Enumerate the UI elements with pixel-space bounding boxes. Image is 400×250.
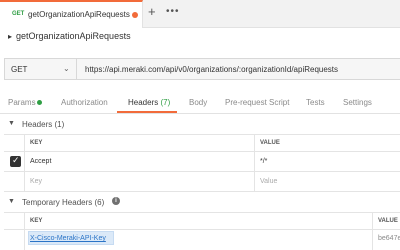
new-value-input[interactable]: Value: [254, 172, 400, 191]
tab-headers-label: Headers: [128, 98, 159, 107]
tab-tests[interactable]: Tests: [306, 98, 325, 107]
header-value-cell[interactable]: */*: [254, 152, 400, 171]
request-tabs: Params Authorization Headers (7) Body Pr…: [0, 88, 400, 114]
tab-pre-request-script[interactable]: Pre-request Script: [225, 98, 289, 107]
expand-caret-icon[interactable]: ▸: [8, 32, 12, 41]
temporary-headers-section-header[interactable]: ▼ Temporary Headers (6) i: [0, 194, 400, 210]
table-header-row: KEY VALUE: [4, 213, 400, 230]
request-tab[interactable]: GET getOrganizationApiRequests: [0, 0, 143, 28]
value-column-header: VALUE: [254, 135, 400, 151]
tab-name: getOrganizationApiRequests: [28, 10, 130, 19]
request-title-text: getOrganizationApiRequests: [16, 31, 131, 41]
new-tab-plus-icon[interactable]: +: [148, 4, 156, 19]
key-column-header: KEY: [24, 135, 254, 151]
temporary-header-value-cell[interactable]: be647e: [372, 230, 400, 250]
tab-params[interactable]: Params: [8, 98, 36, 107]
tab-method: GET: [12, 11, 25, 17]
temporary-headers-title: Temporary Headers (6): [22, 198, 105, 207]
key-column-header: KEY: [24, 213, 372, 229]
tab-settings[interactable]: Settings: [343, 98, 372, 107]
method-select[interactable]: GET ⌄: [5, 59, 77, 79]
tab-bar: GET getOrganizationApiRequests + •••: [0, 0, 400, 28]
collapse-caret-icon[interactable]: ▼: [8, 198, 15, 205]
url-input[interactable]: https://api.meraki.com/api/v0/organizati…: [85, 65, 338, 74]
tab-authorization[interactable]: Authorization: [61, 98, 108, 107]
temporary-headers-table: KEY VALUE X-Cisco-Meraki-API-Key be647e: [4, 212, 400, 250]
temporary-header-key-cell[interactable]: X-Cisco-Meraki-API-Key: [24, 230, 372, 250]
headers-section-header[interactable]: ▼ Headers (1): [0, 116, 400, 132]
check-icon: ✓: [12, 155, 20, 165]
header-key-cell[interactable]: Accept: [24, 152, 254, 171]
url-bar: GET ⌄ https://api.meraki.com/api/v0/orga…: [4, 58, 400, 80]
params-indicator-icon: [37, 100, 42, 105]
headers-section-title: Headers (1): [22, 120, 65, 129]
header-enabled-checkbox[interactable]: ✓: [10, 155, 21, 167]
new-key-input[interactable]: Key: [24, 172, 254, 191]
table-row: Key Value: [4, 172, 400, 192]
collapse-caret-icon[interactable]: ▼: [8, 120, 15, 127]
active-tab-underline: [117, 111, 177, 113]
table-row: ✓ Accept */*: [4, 152, 400, 172]
tab-headers[interactable]: Headers (7): [128, 98, 170, 107]
headers-table: KEY VALUE ✓ Accept */* Key Value: [4, 134, 400, 192]
table-header-row: KEY VALUE: [4, 135, 400, 152]
value-column-header: VALUE: [372, 213, 400, 229]
table-row: X-Cisco-Meraki-API-Key be647e: [4, 230, 400, 250]
info-icon[interactable]: i: [112, 197, 120, 205]
method-select-value: GET: [11, 65, 28, 74]
tab-body[interactable]: Body: [189, 98, 207, 107]
chevron-down-icon: ⌄: [63, 64, 70, 73]
more-tabs-icon[interactable]: •••: [166, 6, 180, 17]
unsaved-dot-icon[interactable]: [132, 12, 138, 18]
tab-headers-count: (7): [160, 98, 171, 107]
